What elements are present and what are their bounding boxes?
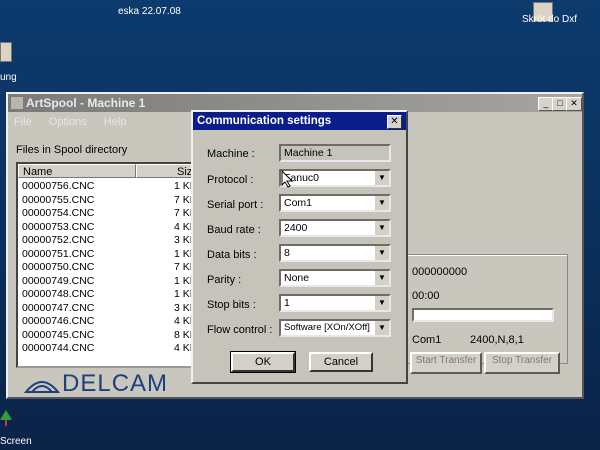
label-baud-rate: Baud rate : bbox=[207, 224, 261, 236]
serial-port-dropdown-icon[interactable]: ▼ bbox=[374, 196, 389, 210]
counter-value: 000000000 bbox=[412, 266, 468, 278]
parity-value: None bbox=[284, 272, 310, 284]
stop-bits-dropdown-icon[interactable]: ▼ bbox=[374, 296, 389, 310]
column-header-size[interactable]: Size bbox=[136, 164, 196, 178]
protocol-select[interactable]: Fanuc0 ▼ bbox=[279, 169, 391, 187]
flow-control-value: Software [XOn/XOff] bbox=[284, 322, 370, 333]
file-name: 00000749.CNC bbox=[22, 274, 95, 287]
menu-file[interactable]: File bbox=[14, 116, 32, 128]
column-header-name[interactable]: Name bbox=[18, 164, 136, 178]
file-row[interactable]: 00000754.CNC 7 KB bbox=[18, 207, 196, 219]
time-value: 00:00 bbox=[412, 290, 440, 302]
file-name: 00000744.CNC bbox=[22, 342, 95, 354]
file-name: 00000746.CNC bbox=[22, 315, 95, 327]
data-bits-select[interactable]: 8 ▼ bbox=[279, 244, 391, 262]
label-stop-bits: Stop bits : bbox=[207, 299, 256, 311]
serial-port-value: Com1 bbox=[284, 197, 313, 209]
file-list[interactable]: Name Size 00000756.CNC 1 KB 00000755.CNC 7 … bbox=[16, 162, 198, 368]
baud-rate-select[interactable]: 2400 ▼ bbox=[279, 219, 391, 237]
file-row[interactable]: 00000751.CNC 1 KB bbox=[18, 248, 196, 260]
label-serial-port: Serial port : bbox=[207, 199, 264, 211]
file-name: 00000750.CNC bbox=[22, 261, 95, 273]
stop-transfer-button[interactable]: Stop Transfer bbox=[484, 352, 560, 374]
label-protocol: Protocol : bbox=[207, 174, 254, 186]
file-name: 00000753.CNC bbox=[22, 220, 95, 233]
dialog-titlebar[interactable]: Communication settings bbox=[193, 112, 406, 130]
label-flow-control: Flow control : bbox=[207, 324, 273, 336]
file-row[interactable]: 00000747.CNC 3 KB bbox=[18, 302, 196, 314]
delcam-logo-icon bbox=[23, 374, 61, 394]
files-caption: Files in Spool directory bbox=[16, 144, 128, 156]
desktop-shortcut-label[interactable]: Skrót do Dxf bbox=[522, 14, 577, 25]
file-row[interactable]: 00000748.CNC 1 KB bbox=[18, 288, 196, 300]
stop-bits-select[interactable]: 1 ▼ bbox=[279, 294, 391, 312]
desktop-label-eska: eska 22.07.08 bbox=[118, 6, 181, 17]
file-name: 00000752.CNC bbox=[22, 234, 95, 246]
port-value: Com1 bbox=[412, 334, 442, 346]
desktop-folder-icon[interactable] bbox=[0, 42, 12, 62]
ok-button[interactable]: OK bbox=[230, 351, 296, 373]
stop-bits-value: 1 bbox=[284, 297, 290, 309]
progress-bar bbox=[412, 308, 554, 322]
machine-field[interactable]: Machine 1 bbox=[279, 144, 391, 162]
dialog-close-icon[interactable]: ✕ bbox=[387, 115, 402, 129]
file-name: 00000755.CNC bbox=[22, 193, 95, 206]
desktop-left-label: ung bbox=[0, 72, 17, 83]
file-name: 00000754.CNC bbox=[22, 207, 95, 219]
baud-rate-value: 2400 bbox=[284, 222, 308, 234]
label-machine: Machine : bbox=[207, 148, 255, 160]
file-row[interactable]: 00000755.CNC 7 KB bbox=[18, 194, 196, 206]
file-row[interactable]: 00000746.CNC 4 KB bbox=[18, 315, 196, 327]
file-row[interactable]: 00000744.CNC 4 KB bbox=[18, 342, 196, 354]
app-icon bbox=[11, 97, 23, 109]
file-row[interactable]: 00000756.CNC 1 KB bbox=[18, 180, 196, 192]
flow-control-dropdown-icon[interactable]: ▼ bbox=[374, 321, 389, 335]
file-row[interactable]: 00000753.CNC 4 KB bbox=[18, 221, 196, 233]
menu-options[interactable]: Options bbox=[49, 116, 87, 128]
mouse-cursor-icon bbox=[281, 169, 294, 191]
settings-value: 2400,N,8,1 bbox=[470, 334, 524, 346]
parity-dropdown-icon[interactable]: ▼ bbox=[374, 271, 389, 285]
file-row[interactable]: 00000752.CNC 3 KB bbox=[18, 234, 196, 246]
data-bits-value: 8 bbox=[284, 247, 290, 259]
app-tree-icon[interactable] bbox=[0, 410, 12, 426]
menu-bar: File Options Help bbox=[14, 116, 140, 128]
start-transfer-button[interactable]: Start Transfer bbox=[410, 352, 482, 374]
file-row[interactable]: 00000745.CNC 8 KB bbox=[18, 329, 196, 341]
serial-port-select[interactable]: Com1 ▼ bbox=[279, 194, 391, 212]
cancel-button[interactable]: Cancel bbox=[309, 352, 373, 372]
parity-select[interactable]: None ▼ bbox=[279, 269, 391, 287]
dialog-title: Communication settings bbox=[197, 115, 332, 127]
label-data-bits: Data bits : bbox=[207, 249, 257, 261]
file-name: 00000747.CNC bbox=[22, 301, 95, 314]
file-row[interactable]: 00000749.CNC 1 KB bbox=[18, 275, 196, 287]
close-icon[interactable]: ✕ bbox=[566, 97, 582, 111]
file-name: 00000745.CNC bbox=[22, 328, 95, 341]
communication-settings-dialog: Communication settings ✕ Machine : Machi… bbox=[191, 110, 408, 384]
flow-control-select[interactable]: Software [XOn/XOff] ▼ bbox=[279, 319, 391, 337]
window-title: ArtSpool - Machine 1 bbox=[26, 96, 146, 110]
file-name: 00000756.CNC bbox=[22, 180, 95, 192]
desktop-bottom-label: Screen bbox=[0, 436, 32, 447]
protocol-dropdown-icon[interactable]: ▼ bbox=[374, 171, 389, 185]
data-bits-dropdown-icon[interactable]: ▼ bbox=[374, 246, 389, 260]
file-name: 00000748.CNC bbox=[22, 288, 95, 300]
file-row[interactable]: 00000750.CNC 7 KB bbox=[18, 261, 196, 273]
label-parity: Parity : bbox=[207, 274, 242, 286]
delcam-logo: DELCAM bbox=[62, 370, 169, 397]
file-name: 00000751.CNC bbox=[22, 247, 95, 260]
baud-rate-dropdown-icon[interactable]: ▼ bbox=[374, 221, 389, 235]
menu-help[interactable]: Help bbox=[104, 116, 127, 128]
